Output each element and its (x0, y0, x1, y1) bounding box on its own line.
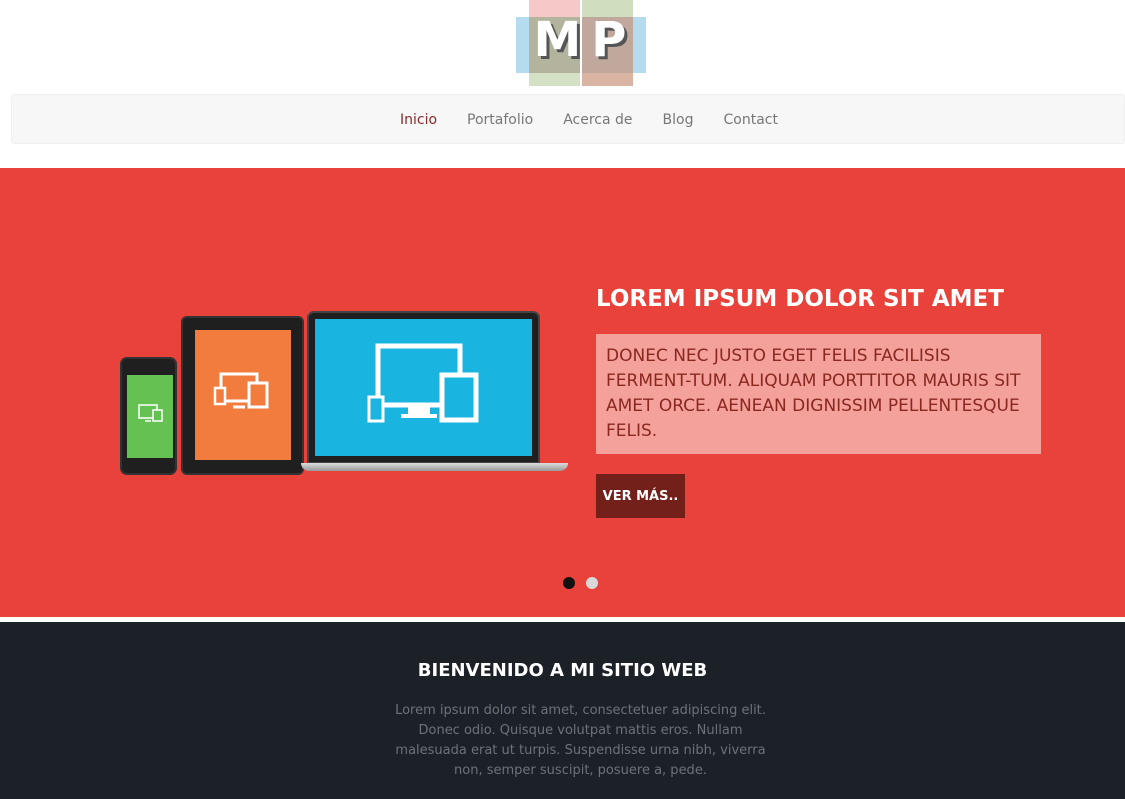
hero-text: DONEC NEC JUSTO EGET FELIS FACILISIS FER… (596, 334, 1041, 454)
welcome-title: BIENVENIDO A MI SITIO WEB (417, 660, 708, 681)
monitor-icon (138, 404, 163, 422)
site-logo[interactable]: MP (516, 0, 646, 86)
laptop-base (301, 463, 568, 471)
hero-title: LOREM IPSUM DOLOR SIT AMET (596, 286, 1004, 312)
logo-letters: MP (533, 12, 637, 68)
monitor-icon (367, 343, 479, 423)
tablet-screen (195, 330, 291, 460)
phone-screen (127, 375, 173, 458)
tablet-icon (181, 316, 304, 475)
nav-item-acerca-de[interactable]: Acerca de (563, 112, 632, 128)
laptop-screen (315, 319, 532, 456)
main-nav: Inicio Portafolio Acerca de Blog Contact (11, 94, 1125, 144)
monitor-icon (213, 372, 269, 409)
nav-item-portafolio[interactable]: Portafolio (467, 112, 533, 128)
welcome-text: Lorem ipsum dolor sit amet, consectetuer… (395, 703, 766, 778)
slider-dot-active[interactable] (563, 577, 575, 589)
nav-item-contact[interactable]: Contact (724, 112, 778, 128)
laptop-icon (307, 311, 540, 464)
phone-icon (120, 357, 177, 475)
hero-slider: LOREM IPSUM DOLOR SIT AMET DONEC NEC JUS… (0, 168, 1125, 617)
ver-mas-button[interactable]: VER MÁS.. (596, 474, 685, 518)
welcome-section: BIENVENIDO A MI SITIO WEB Lorem ipsum do… (0, 622, 1125, 799)
nav-list: Inicio Portafolio Acerca de Blog Contact (400, 95, 808, 145)
devices-illustration (120, 311, 568, 476)
nav-item-inicio[interactable]: Inicio (400, 112, 437, 128)
slider-dot[interactable] (586, 577, 598, 589)
nav-item-blog[interactable]: Blog (663, 112, 694, 128)
